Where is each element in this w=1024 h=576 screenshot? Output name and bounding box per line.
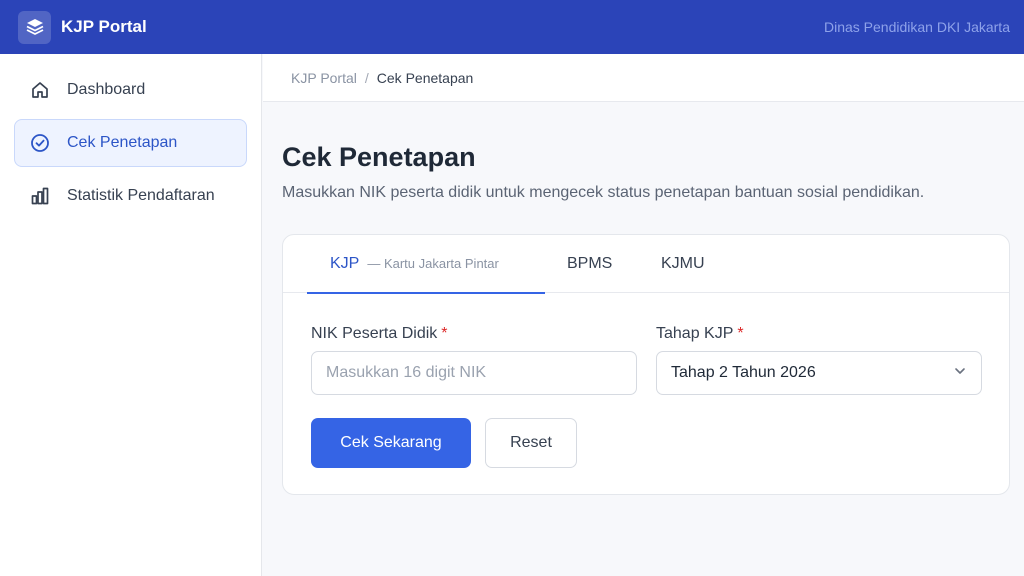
chevron-down-icon xyxy=(953,364,967,383)
cek-sekarang-button[interactable]: Cek Sekarang xyxy=(311,418,471,468)
top-header: KJP Portal Dinas Pendidikan DKI Jakarta xyxy=(0,0,1024,54)
brand-title: KJP Portal xyxy=(61,17,147,36)
page-title: Cek Penetapan xyxy=(282,142,476,172)
required-mark: * xyxy=(737,325,744,342)
tab-label: KJMU xyxy=(661,255,705,272)
sidebar-item-dashboard[interactable]: Dashboard xyxy=(14,66,247,114)
tahap-field-label: Tahap KJP * xyxy=(656,325,744,343)
sidebar-item-statistik-pendaftaran[interactable]: Statistik Pendaftaran xyxy=(14,172,247,220)
check-circle-icon xyxy=(29,132,51,154)
tahap-selected-value: Tahap 2 Tahun 2026 xyxy=(671,364,816,381)
tab-label: KJP xyxy=(330,254,360,272)
tab-label: BPMS xyxy=(567,255,613,272)
tahap-label-text: Tahap KJP xyxy=(656,325,734,342)
layers-icon xyxy=(18,10,51,44)
breadcrumb: KJP Portal / Cek Penetapan xyxy=(263,54,1024,102)
reset-button[interactable]: Reset xyxy=(485,418,577,468)
program-tabs: KJP — Kartu Jakarta Pintar BPMS KJMU xyxy=(283,235,1009,294)
sidebar-item-label: Dashboard xyxy=(67,81,146,98)
tab-bpms[interactable]: BPMS xyxy=(567,235,612,293)
check-form-card: KJP — Kartu Jakarta Pintar BPMS KJMU NIK… xyxy=(282,234,1010,495)
bar-chart-icon xyxy=(29,185,51,207)
breadcrumb-current: Cek Penetapan xyxy=(376,69,474,86)
page-description: Masukkan NIK peserta didik untuk mengece… xyxy=(282,184,925,201)
sidebar-item-label: Statistik Pendaftaran xyxy=(67,187,215,204)
home-icon xyxy=(29,79,51,101)
main-content: KJP Portal / Cek Penetapan Cek Penetapan… xyxy=(263,54,1024,576)
brand[interactable]: KJP Portal xyxy=(18,10,147,44)
sidebar-item-label: Cek Penetapan xyxy=(67,134,178,151)
tab-sublabel: — Kartu Jakarta Pintar xyxy=(367,256,499,271)
tahap-select[interactable]: Tahap 2 Tahun 2026 xyxy=(656,351,982,395)
sidebar: Dashboard Cek Penetapan Statistik Pendaf… xyxy=(0,54,262,576)
nik-input[interactable] xyxy=(311,351,637,395)
nik-field-label: NIK Peserta Didik * xyxy=(311,325,448,343)
organization-name: Dinas Pendidikan DKI Jakarta xyxy=(824,19,1010,35)
tab-kjp[interactable]: KJP — Kartu Jakarta Pintar xyxy=(307,235,545,294)
tab-kjmu[interactable]: KJMU xyxy=(661,235,705,293)
breadcrumb-separator: / xyxy=(364,69,369,86)
nik-label-text: NIK Peserta Didik xyxy=(311,325,438,342)
sidebar-item-cek-penetapan[interactable]: Cek Penetapan xyxy=(14,119,247,167)
required-mark: * xyxy=(441,325,448,342)
breadcrumb-root-link[interactable]: KJP Portal xyxy=(291,70,357,86)
